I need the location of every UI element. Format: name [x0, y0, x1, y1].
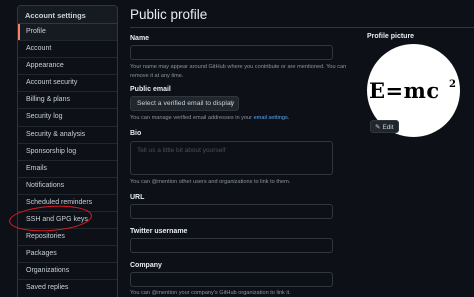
- email-settings-link[interactable]: email settings: [254, 115, 288, 121]
- company-label: Company: [130, 262, 162, 269]
- name-help: Your name may appear around GitHub where…: [130, 63, 360, 80]
- avatar-image-superscript: 2: [449, 79, 456, 90]
- sidebar-item-emails[interactable]: Emails: [18, 161, 117, 178]
- company-input[interactable]: [130, 272, 333, 287]
- email-help-suffix: .: [287, 115, 290, 121]
- sidebar-header: Account settings: [18, 6, 117, 24]
- bio-label: Bio: [130, 130, 142, 137]
- twitter-label: Twitter username: [130, 228, 188, 235]
- sidebar-item-security-log[interactable]: Security log: [18, 109, 117, 127]
- avatar-image-text: E=mc: [369, 78, 440, 103]
- edit-avatar-label: Edit: [382, 124, 394, 131]
- twitter-input[interactable]: [130, 238, 333, 253]
- sidebar-item-security-analysis[interactable]: Security & analysis: [18, 127, 117, 144]
- pencil-icon: ✎: [375, 124, 381, 131]
- sidebar-item-billing[interactable]: Billing & plans: [18, 92, 117, 110]
- title-divider: [130, 27, 474, 28]
- sidebar-item-account[interactable]: Account: [18, 41, 117, 59]
- name-input[interactable]: [130, 45, 333, 60]
- public-email-select-value: Select a verified email to display: [137, 100, 235, 107]
- url-input[interactable]: [130, 204, 333, 219]
- name-help-line-2: remove it at any time.: [130, 72, 184, 79]
- sidebar-item-organizations[interactable]: Organizations: [18, 263, 117, 281]
- edit-avatar-button[interactable]: ✎ Edit: [370, 120, 399, 133]
- sidebar-item-profile[interactable]: Profile: [18, 24, 117, 42]
- sidebar-item-appearance[interactable]: Appearance: [18, 58, 117, 76]
- email-help-text: You can manage verified email addresses …: [130, 115, 254, 121]
- select-arrows-icon: ⇕: [228, 101, 234, 107]
- public-email-label: Public email: [130, 86, 171, 93]
- sidebar-item-repositories[interactable]: Repositories: [18, 229, 117, 247]
- public-email-select[interactable]: Select a verified email to display ⇕: [130, 96, 239, 111]
- sidebar-item-notifications[interactable]: Notifications: [18, 178, 117, 195]
- settings-sidebar: Account settings Profile Account Appeara…: [17, 5, 118, 297]
- bio-help: You can @mention other users and organiz…: [130, 179, 291, 185]
- bio-placeholder: Tell us a little bit about yourself: [137, 147, 226, 154]
- sidebar-item-saved-replies[interactable]: Saved replies: [18, 280, 117, 297]
- sidebar-item-account-security[interactable]: Account security: [18, 75, 117, 93]
- company-help: You can @mention your company's GitHub o…: [130, 290, 291, 296]
- email-help: You can manage verified email addresses …: [130, 114, 360, 123]
- name-help-line-1: Your name may appear around GitHub where…: [130, 64, 347, 70]
- page-title: Public profile: [130, 7, 208, 22]
- name-label: Name: [130, 35, 150, 42]
- sidebar-item-packages[interactable]: Packages: [18, 246, 117, 264]
- profile-picture-label: Profile picture: [367, 33, 415, 40]
- url-label: URL: [130, 194, 145, 201]
- sidebar-item-sponsorship-log[interactable]: Sponsorship log: [18, 144, 117, 161]
